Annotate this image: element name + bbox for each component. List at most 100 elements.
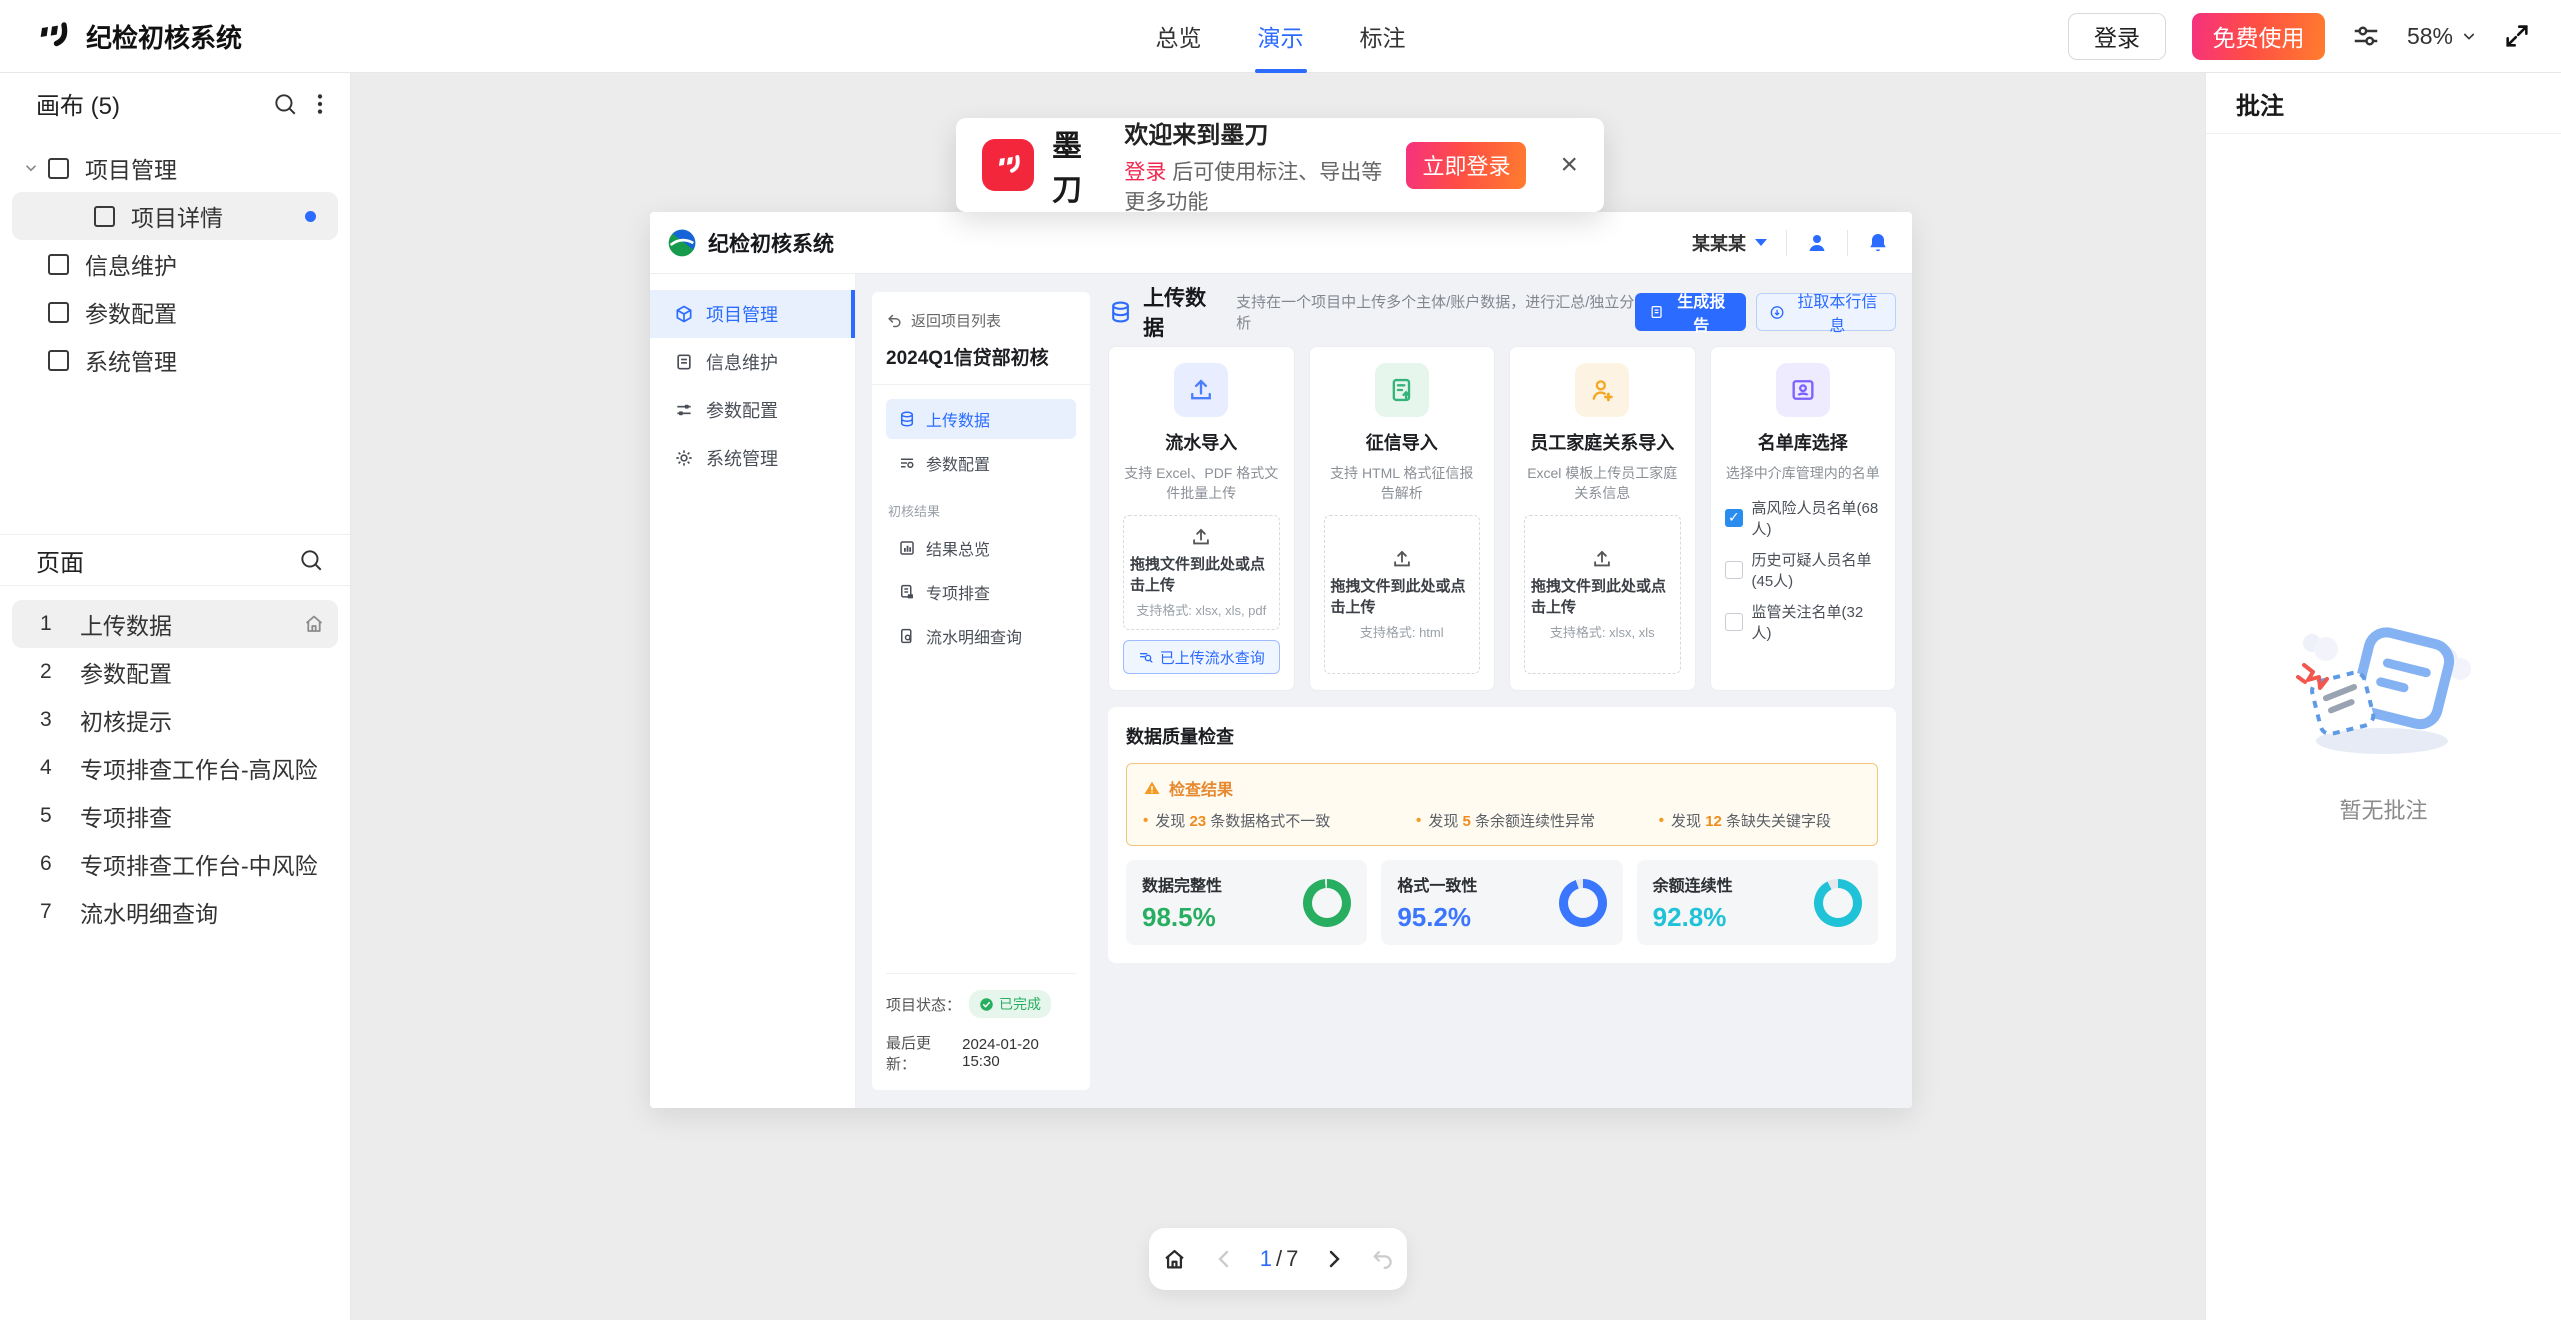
previous-page-button[interactable] [1212,1247,1236,1271]
option-regulator-watch-list[interactable]: 监管关注名单(32人) [1725,601,1882,643]
banner-title: 欢迎来到墨刀 [1124,115,1388,150]
mockup-nav-info-maintenance[interactable]: 信息维护 [650,338,855,386]
mockingbot-brand-text: 墨刀 [1052,121,1098,209]
donut-ring [1814,879,1862,927]
zoom-level-dropdown[interactable]: 58% [2407,23,2477,50]
project-title: 2024Q1信贷部初核 [886,343,1076,370]
tree-item-info-maintenance[interactable]: 信息维护 [0,240,350,288]
page-row-2[interactable]: 2 参数配置 [0,648,350,696]
search-icon[interactable] [298,547,324,573]
mockup-nav-project-management[interactable]: 项目管理 [650,290,855,338]
project-menu-upload-data[interactable]: 上传数据 [886,399,1076,439]
chevron-down-icon[interactable] [22,159,48,177]
home-button[interactable] [1161,1246,1188,1273]
fullscreen-icon[interactable] [2503,22,2531,50]
caret-down-icon [1754,238,1768,248]
page-number: 5 [40,804,80,828]
annotations-title: 批注 [2206,73,2561,134]
document-search-icon [898,627,916,645]
project-menu-special-check[interactable]: 专项排查 [886,572,1076,612]
checkbox[interactable] [1725,561,1743,579]
tree-item-parameter-config[interactable]: 参数配置 [0,288,350,336]
page-row-7[interactable]: 7 流水明细查询 [0,888,350,936]
uploaded-flow-query-button[interactable]: 已上传流水查询 [1123,640,1280,674]
tab-overview[interactable]: 总览 [1156,0,1202,73]
dropzone-flow[interactable]: 拖拽文件到此处或点击上传 支持格式: xlsx, xls, pdf [1123,515,1280,630]
search-list-icon [1138,649,1154,665]
dropzone-credit[interactable]: 拖拽文件到此处或点击上传 支持格式: html [1324,515,1481,674]
page-number: 4 [40,756,80,780]
status-badge: 已完成 [969,990,1051,1018]
search-icon[interactable] [272,91,298,117]
project-menu-parameter-config[interactable]: 参数配置 [886,443,1076,483]
pull-bank-info-button[interactable]: 拉取本行信息 [1756,293,1896,331]
option-high-risk-list[interactable]: 高风险人员名单(68人) [1725,497,1882,539]
preferences-sliders-icon[interactable] [2351,21,2381,51]
reset-undo-button[interactable] [1370,1247,1395,1272]
tree-item-project-detail[interactable]: 项目详情 [12,192,338,240]
tab-presentation[interactable]: 演示 [1258,0,1304,73]
check-result-box: 检查结果 •发现 23 条数据格式不一致 •发现 5 条余额连续性异常 •发现 … [1126,763,1878,846]
page-label: 参数配置 [80,655,172,689]
free-use-button[interactable]: 免费使用 [2192,13,2325,60]
checkbox[interactable] [1725,613,1743,631]
mockup-frame: 纪检初核系统 某某某 项目管理 [650,212,1912,1108]
page-number: 1 [40,612,80,636]
page-label: 流水明细查询 [80,895,218,929]
page-row-1[interactable]: 1 上传数据 [12,600,338,648]
option-history-suspect-list[interactable]: 历史可疑人员名单(45人) [1725,549,1882,591]
page-row-5[interactable]: 5 专项排查 [0,792,350,840]
page-indicator: 1/7 [1260,1246,1299,1272]
bar-chart-icon [898,539,916,557]
status-label: 项目状态： [886,994,961,1015]
page-row-3[interactable]: 3 初核提示 [0,696,350,744]
page-row-4[interactable]: 4 专项排查工作台-高风险 [0,744,350,792]
kebab-menu-icon[interactable] [316,91,324,117]
banner-login-link[interactable]: 登录 [1124,161,1166,184]
tab-annotation[interactable]: 标注 [1360,0,1406,73]
app-logo-icon [34,18,70,54]
presentation-canvas: 墨刀 欢迎来到墨刀 登录 后可使用标注、导出等更多功能 立即登录 × 纪检初核系… [351,73,2205,1320]
generate-report-button[interactable]: 生成报告 [1635,293,1746,331]
page-label: 上传数据 [80,607,172,641]
user-icon[interactable] [1805,231,1829,255]
page-number: 6 [40,852,80,876]
checkbox[interactable] [1725,509,1743,527]
frame-icon [48,158,69,179]
pages-section-header: 页面 [0,534,350,585]
mockup-nav-system-management[interactable]: 系统管理 [650,434,855,482]
project-menu-results-overview[interactable]: 结果总览 [886,528,1076,568]
data-quality-panel: 数据质量检查 检查结果 •发现 23 条数据格式不一致 •发现 5 条余额连续性… [1108,707,1896,963]
quality-title: 数据质量检查 [1126,723,1878,749]
mockup-nav-parameter-config[interactable]: 参数配置 [650,386,855,434]
metric-balance-continuity: 余额连续性 92.8% [1637,860,1878,945]
mockup-main-content: 上传数据 支持在一个项目中上传多个主体/账户数据，进行汇总/独立分析 生成报告 … [1108,292,1896,1090]
page-label: 专项排查 [80,799,172,833]
warning-item: •发现 12 条缺失关键字段 [1659,810,1861,831]
gear-icon [674,448,694,468]
login-button[interactable]: 登录 [2068,13,2166,60]
document-icon [1649,304,1664,320]
close-icon[interactable]: × [1560,148,1578,182]
upload-icon [1391,548,1413,570]
card-list-library-select: 名单库选择 选择中介库管理内的名单 高风险人员名单(68人) 历史可疑人员名单(… [1710,346,1897,691]
bell-icon[interactable] [1866,231,1890,255]
list-options: 高风险人员名单(68人) 历史可疑人员名单(45人) 监管关注名单(32人) [1725,497,1882,643]
project-menu-flow-detail-query[interactable]: 流水明细查询 [886,616,1076,656]
warning-triangle-icon [1143,779,1161,797]
database-icon [898,410,916,428]
tree-item-system-management[interactable]: 系统管理 [0,336,350,384]
warning-item: •发现 5 条余额连续性异常 [1416,810,1659,831]
dropzone-family[interactable]: 拖拽文件到此处或点击上传 支持格式: xlsx, xls [1524,515,1681,674]
download-circle-icon [1769,304,1785,321]
login-now-button[interactable]: 立即登录 [1406,142,1526,189]
app-title: 纪检初核系统 [86,18,242,55]
mockingbot-logo-icon [982,139,1034,191]
back-to-project-list[interactable]: 返回项目列表 [886,310,1076,331]
tree-item-project-management[interactable]: 项目管理 [0,144,350,192]
user-dropdown[interactable]: 某某某 [1692,230,1768,256]
page-list: 1 上传数据 2 参数配置 3 初核提示 4 专项排查工作台-高风险 5 专项排… [0,586,350,936]
page-row-6[interactable]: 6 专项排查工作台-中风险 [0,840,350,888]
next-page-button[interactable] [1322,1247,1346,1271]
tree-item-label: 信息维护 [85,247,177,281]
